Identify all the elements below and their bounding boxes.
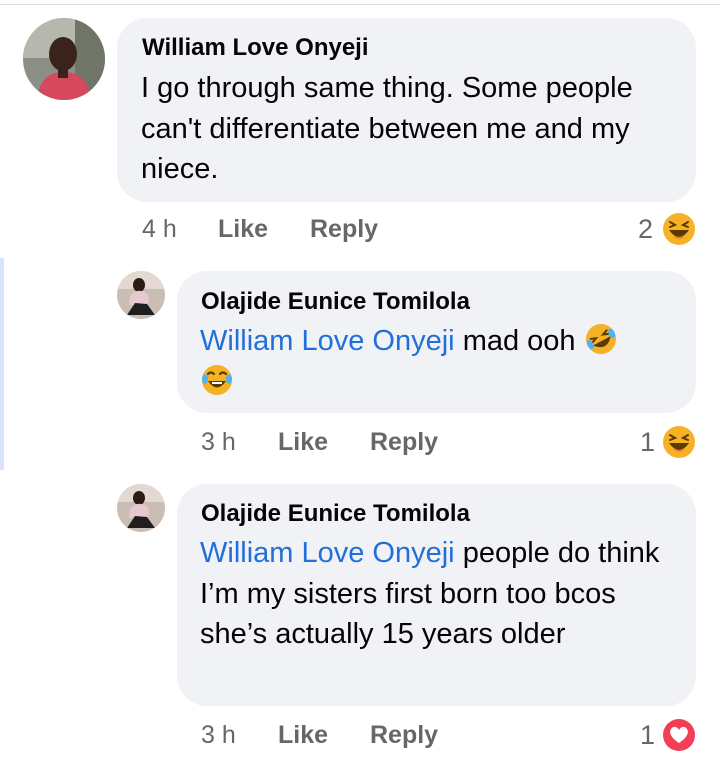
reply-text-content: mad ooh	[454, 325, 584, 357]
comment-author[interactable]: William Love Onyeji	[142, 34, 369, 62]
top-divider	[0, 4, 720, 5]
reply-text: William Love Onyeji mad ooh	[200, 321, 670, 402]
reply-like-button[interactable]: Like	[278, 428, 328, 457]
reply-like-button[interactable]: Like	[278, 721, 328, 750]
avatar-olajide-eunice-tomilola[interactable]	[117, 484, 165, 532]
reply-author[interactable]: Olajide Eunice Tomilola	[201, 500, 470, 528]
reply-reply-button[interactable]: Reply	[370, 721, 438, 750]
comment-text: I go through same thing. Some people can…	[141, 72, 633, 185]
avatar-olajide-eunice-tomilola[interactable]	[117, 271, 165, 319]
comment-reaction-count[interactable]: 2	[638, 214, 653, 245]
comment-like-button[interactable]: Like	[218, 215, 268, 244]
reply-reaction-count[interactable]: 1	[640, 720, 655, 751]
comment-reply-button[interactable]: Reply	[310, 215, 378, 244]
rolling-laughing-emoji-icon	[584, 322, 618, 356]
avatar-william-love-onyeji[interactable]	[23, 18, 105, 100]
reply-timestamp[interactable]: 3 h	[201, 721, 236, 750]
love-heart-icon[interactable]	[662, 718, 696, 752]
mention-link[interactable]: William Love Onyeji	[200, 325, 455, 357]
reply-timestamp[interactable]: 3 h	[201, 428, 236, 457]
comment-timestamp[interactable]: 4 h	[142, 215, 177, 244]
haha-emoji-icon[interactable]	[662, 212, 696, 246]
reply-reaction-count[interactable]: 1	[640, 427, 655, 458]
reply-reply-button[interactable]: Reply	[370, 428, 438, 457]
reply-thread-line	[0, 258, 4, 470]
haha-emoji-icon[interactable]	[662, 425, 696, 459]
reply-author[interactable]: Olajide Eunice Tomilola	[201, 288, 470, 316]
mention-link[interactable]: William Love Onyeji	[200, 537, 455, 569]
tears-of-joy-emoji-icon	[200, 363, 234, 397]
reply-text: William Love Onyeji people do think I’m …	[200, 533, 680, 655]
